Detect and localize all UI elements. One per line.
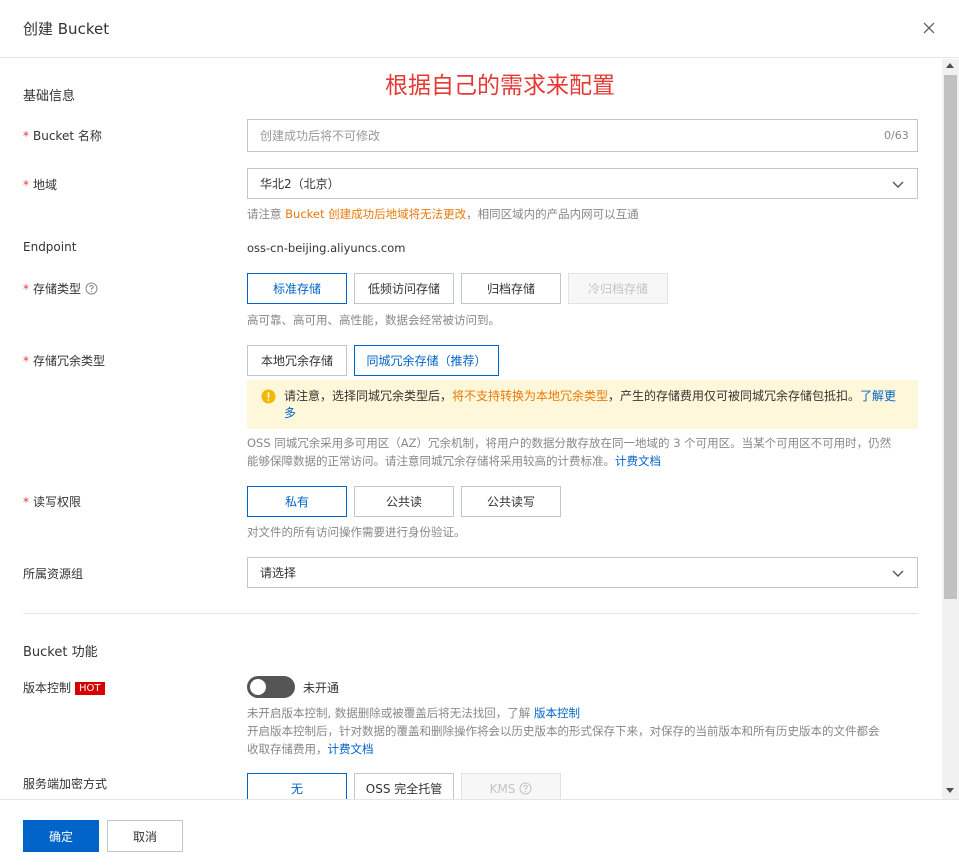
chevron-down-icon [892, 181, 904, 188]
resource-group-label: 所属资源组 [23, 567, 84, 581]
storage-class-archive[interactable]: 归档存储 [461, 273, 561, 304]
scroll-thumb[interactable] [944, 75, 957, 599]
annotation-text: 根据自己的需求来配置 [385, 73, 615, 99]
help-circle-icon [519, 782, 532, 795]
redundancy-group: 本地冗余存储 同城冗余存储（推荐） [247, 345, 499, 376]
encryption-kms: KMS [461, 773, 561, 799]
dialog-title: 创建 Bucket [23, 20, 110, 38]
resource-group-placeholder: 请选择 [260, 566, 297, 580]
versioning-link[interactable]: 版本控制 [534, 706, 580, 720]
scroll-up-arrow-icon[interactable] [946, 63, 954, 68]
redundancy-help: OSS 同城冗余采用多可用区（AZ）冗余机制，将用户的数据分散存放在同一地域的 … [247, 436, 892, 468]
redundancy-lrs[interactable]: 本地冗余存储 [247, 345, 347, 376]
versioning-toggle[interactable] [247, 676, 295, 698]
ok-button[interactable]: 确定 [23, 820, 99, 852]
bucket-name-label: * Bucket 名称 [23, 129, 102, 143]
acl-group: 私有 公共读 公共读写 [247, 486, 561, 517]
help-circle-icon[interactable] [85, 282, 98, 295]
cancel-button[interactable]: 取消 [107, 820, 183, 852]
chevron-down-icon [892, 570, 904, 577]
acl-help: 对文件的所有访问操作需要进行身份验证。 [247, 525, 466, 539]
bucket-name-input[interactable] [247, 119, 918, 152]
endpoint-value: oss-cn-beijing.aliyuncs.com [247, 241, 406, 255]
acl-public-read-write[interactable]: 公共读写 [461, 486, 561, 517]
versioning-billing-link[interactable]: 计费文档 [328, 742, 374, 756]
region-label: * 地域 [23, 178, 58, 192]
versioning-help: 未开启版本控制, 数据删除或被覆盖后将无法找回，了解 版本控制 开启版本控制后，… [247, 706, 880, 756]
section-divider [23, 613, 918, 614]
close-icon[interactable] [918, 17, 940, 39]
redundancy-label: * 存储冗余类型 [23, 354, 106, 368]
storage-class-label: * 存储类型 [23, 280, 98, 297]
resource-group-select[interactable]: 请选择 [247, 557, 918, 588]
encryption-group: 无 OSS 完全托管 KMS [247, 773, 561, 799]
region-select[interactable]: 华北2（北京） [247, 168, 918, 199]
scroll-down-arrow-icon[interactable] [946, 788, 954, 793]
encryption-none[interactable]: 无 [247, 773, 347, 799]
toggle-knob [250, 679, 266, 695]
acl-label: * 读写权限 [23, 495, 82, 509]
region-help: 请注意 Bucket 创建成功后地域将无法更改，相同区域内的产品内网可以互通 [247, 207, 639, 221]
hot-badge: HOT [75, 682, 105, 695]
storage-class-group: 标准存储 低频访问存储 归档存储 冷归档存储 [247, 273, 668, 304]
dialog-footer: 确定 取消 [0, 799, 959, 867]
redundancy-warning: 请注意，选择同城冗余类型后，将不支持转换为本地冗余类型，产生的存储费用仅可被同城… [247, 380, 918, 429]
endpoint-label: Endpoint [23, 240, 77, 254]
dialog-body: 根据自己的需求来配置 基础信息 *Bucket 名称 0/63 *地域 华北2（… [0, 59, 942, 799]
storage-class-ia[interactable]: 低频访问存储 [354, 273, 454, 304]
storage-class-standard[interactable]: 标准存储 [247, 273, 347, 304]
bucket-name-count: 0/63 [884, 129, 909, 142]
versioning-label: 版本控制 HOT [23, 679, 105, 696]
region-value: 华北2（北京） [260, 177, 340, 191]
warning-icon [261, 389, 276, 404]
redundancy-billing-link[interactable]: 计费文档 [615, 454, 661, 468]
acl-private[interactable]: 私有 [247, 486, 347, 517]
section-basic-title: 基础信息 [23, 89, 76, 104]
storage-class-cold-archive: 冷归档存储 [568, 273, 668, 304]
dialog-header: 创建 Bucket [0, 0, 959, 58]
acl-public-read[interactable]: 公共读 [354, 486, 454, 517]
storage-class-help: 高可靠、高可用、高性能，数据会经常被访问到。 [247, 313, 500, 327]
redundancy-zrs[interactable]: 同城冗余存储（推荐） [354, 345, 499, 376]
scrollbar[interactable] [942, 59, 959, 799]
encryption-oss[interactable]: OSS 完全托管 [354, 773, 454, 799]
section-features-title: Bucket 功能 [23, 645, 98, 660]
encryption-label: 服务端加密方式 [23, 777, 108, 791]
versioning-state: 未开通 [303, 681, 340, 695]
